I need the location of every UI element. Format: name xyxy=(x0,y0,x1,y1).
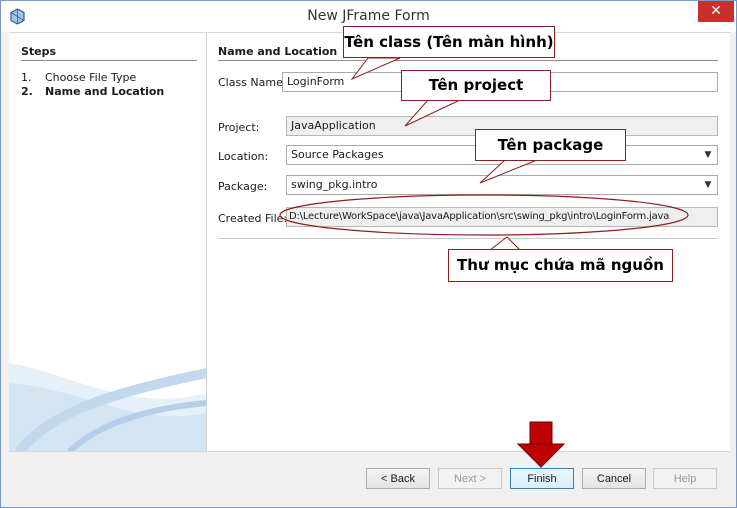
package-callout: Tên package xyxy=(475,129,626,161)
chevron-down-icon[interactable]: ▼ xyxy=(701,176,715,194)
created-file-field: D:\Lecture\WorkSpace\java\JavaApplicatio… xyxy=(286,207,718,227)
step-label: Choose File Type xyxy=(45,71,137,84)
panel-bottom-divider xyxy=(218,238,718,239)
location-value: Source Packages xyxy=(291,148,384,161)
class-name-callout: Tên class (Tên màn hình) xyxy=(343,26,555,58)
class-name-label: Class Name: xyxy=(218,76,287,89)
close-icon: ✕ xyxy=(710,3,722,19)
button-bar: < Back Next > Finish Cancel Help xyxy=(9,451,730,501)
package-value: swing_pkg.intro xyxy=(291,178,378,191)
steps-title: Steps xyxy=(21,45,57,58)
next-button[interactable]: Next > xyxy=(438,468,502,489)
package-label: Package: xyxy=(218,180,268,193)
source-folder-callout: Thư mục chứa mã nguồn xyxy=(448,249,673,282)
step-name-and-location: 2. Name and Location xyxy=(21,85,164,98)
panel-title: Name and Location xyxy=(218,45,338,58)
step-number: 1. xyxy=(21,71,32,84)
project-value: JavaApplication xyxy=(291,119,376,132)
decorative-swoosh-graphic xyxy=(9,363,206,452)
project-label: Project: xyxy=(218,121,260,134)
finish-button[interactable]: Finish xyxy=(510,468,574,489)
wizard-content: Steps 1. Choose File Type 2. Name and Loca… xyxy=(9,32,730,452)
location-label: Location: xyxy=(218,150,269,163)
created-file-label: Created File: xyxy=(218,212,288,225)
created-file-value: D:\Lecture\WorkSpace\java\JavaApplicatio… xyxy=(289,211,670,222)
steps-panel: Steps 1. Choose File Type 2. Name and Loca… xyxy=(9,33,207,452)
help-button[interactable]: Help xyxy=(653,468,717,489)
step-choose-file-type: 1. Choose File Type xyxy=(21,71,136,84)
back-button[interactable]: < Back xyxy=(366,468,430,489)
chevron-down-icon[interactable]: ▼ xyxy=(701,146,715,164)
cancel-button[interactable]: Cancel xyxy=(582,468,646,489)
step-label: Name and Location xyxy=(45,85,165,98)
project-callout: Tên project xyxy=(401,70,551,101)
package-combo[interactable]: swing_pkg.intro ▼ xyxy=(286,175,718,195)
close-button[interactable]: ✕ xyxy=(698,1,734,22)
panel-divider xyxy=(218,60,718,61)
steps-divider xyxy=(21,60,197,61)
class-name-value: LoginForm xyxy=(287,75,345,88)
step-number: 2. xyxy=(21,85,33,98)
